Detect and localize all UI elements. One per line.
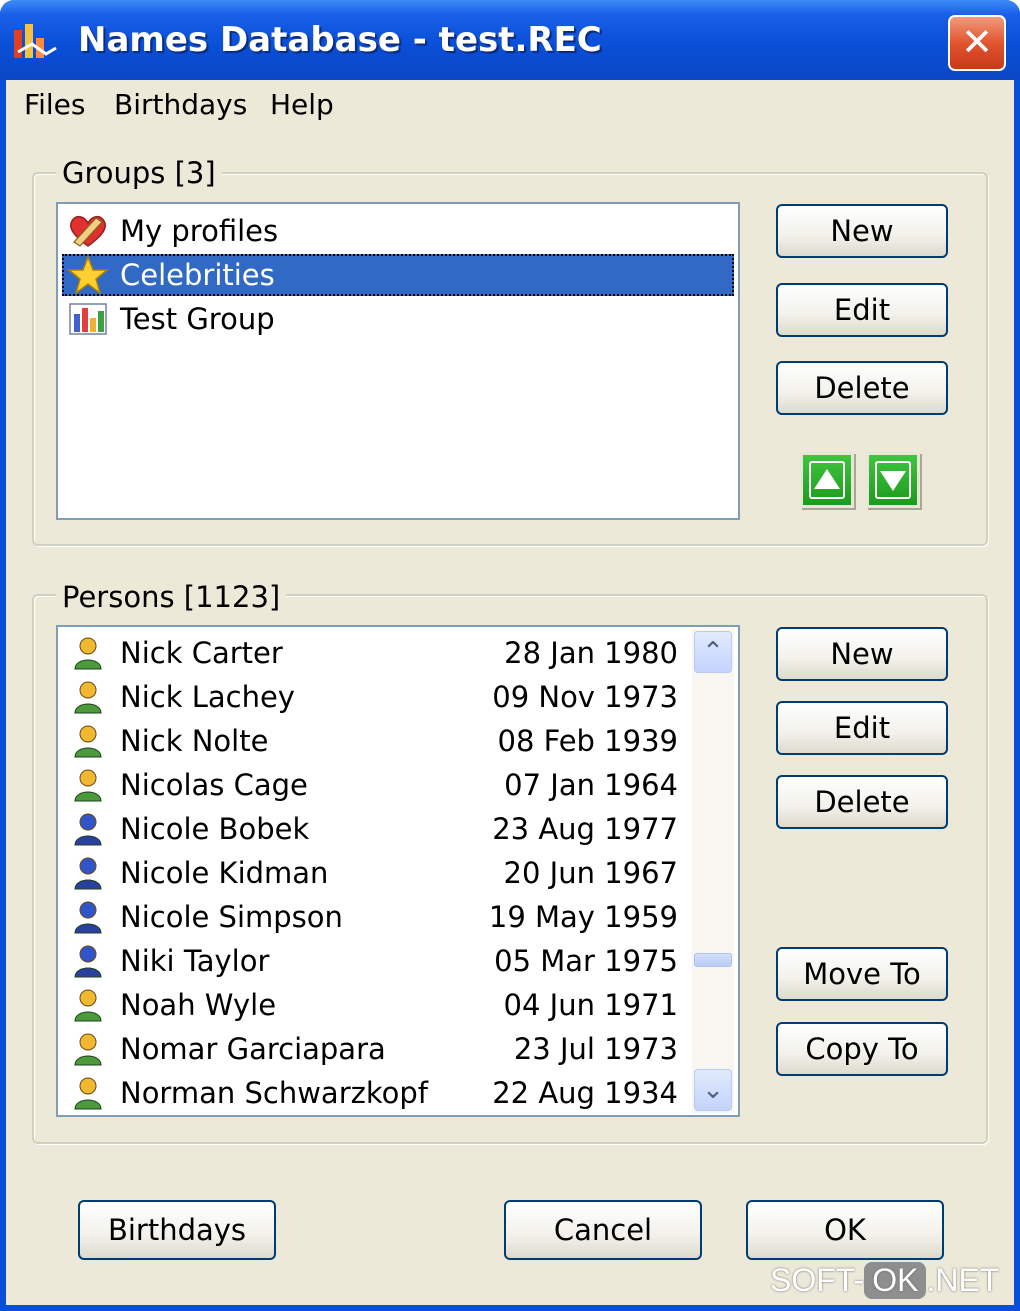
person-row[interactable]: Nicole Simpson 19 May 1959 bbox=[66, 895, 686, 939]
copy-to-button[interactable]: Copy To bbox=[776, 1022, 948, 1076]
person-row[interactable]: Niki Taylor 05 Mar 1975 bbox=[66, 939, 686, 983]
person-name: Nick Lachey bbox=[120, 680, 295, 714]
person-row[interactable]: Nicolas Cage 07 Jan 1964 bbox=[66, 763, 686, 807]
ok-button[interactable]: OK bbox=[746, 1200, 944, 1260]
person-name: Nomar Garciapara bbox=[120, 1032, 386, 1066]
watermark-suffix: .NET bbox=[926, 1262, 1000, 1298]
persons-new-button[interactable]: New bbox=[776, 627, 948, 681]
group-label: My profiles bbox=[120, 214, 279, 248]
person-name: Nicole Kidman bbox=[120, 856, 329, 890]
group-label: Test Group bbox=[120, 302, 275, 336]
person-name: Nicolas Cage bbox=[120, 768, 308, 802]
person-row[interactable]: Nick Carter 28 Jan 1980 bbox=[66, 631, 686, 675]
person-female-icon bbox=[74, 901, 102, 934]
person-birthdate: 19 May 1959 bbox=[488, 900, 678, 934]
person-name: Nicole Simpson bbox=[120, 900, 343, 934]
person-male-icon bbox=[74, 637, 102, 670]
person-male-icon bbox=[74, 1033, 102, 1066]
person-row[interactable]: Nicole Kidman 20 Jun 1967 bbox=[66, 851, 686, 895]
group-item-test-group[interactable]: Test Group bbox=[62, 298, 734, 340]
person-row[interactable]: Nomar Garciapara 23 Jul 1973 bbox=[66, 1027, 686, 1071]
groups-delete-button[interactable]: Delete bbox=[776, 361, 948, 415]
move-group-up-button[interactable] bbox=[800, 452, 854, 508]
scroll-thumb[interactable] bbox=[694, 953, 732, 967]
person-row[interactable]: Nick Lachey 09 Nov 1973 bbox=[66, 675, 686, 719]
menu-help[interactable]: Help bbox=[266, 88, 338, 121]
person-female-icon bbox=[74, 945, 102, 978]
person-row[interactable]: Noah Wyle 04 Jun 1971 bbox=[66, 983, 686, 1027]
persons-listbox[interactable]: Norman Schwarzkopf 22 Aug 1934 Nomar Garci… bbox=[56, 625, 740, 1117]
person-male-icon bbox=[74, 725, 102, 758]
persons-edit-button[interactable]: Edit bbox=[776, 701, 948, 755]
person-name: Nick Carter bbox=[120, 636, 283, 670]
star-icon bbox=[66, 256, 110, 294]
person-birthdate: 28 Jan 1980 bbox=[504, 636, 678, 670]
app-window: Names Database - test.REC ✕ Files Birthd… bbox=[0, 0, 1020, 1311]
person-male-icon bbox=[74, 769, 102, 802]
person-female-icon bbox=[74, 857, 102, 890]
person-birthdate: 05 Mar 1975 bbox=[494, 944, 678, 978]
person-name: Norman Schwarzkopf bbox=[120, 1076, 428, 1110]
group-label: Celebrities bbox=[120, 258, 275, 292]
heart-pencil-icon bbox=[70, 215, 106, 247]
groups-edit-button[interactable]: Edit bbox=[776, 283, 948, 337]
watermark: SOFT- OK .NET bbox=[770, 1262, 999, 1299]
watermark-ok: OK bbox=[864, 1262, 927, 1299]
app-logo-icon bbox=[14, 24, 57, 58]
menu-files[interactable]: Files bbox=[20, 88, 89, 121]
person-birthdate: 08 Feb 1939 bbox=[497, 724, 679, 758]
scroll-up-button[interactable]: ⌃ bbox=[694, 631, 732, 673]
person-name: Noah Wyle bbox=[120, 988, 277, 1022]
person-birthdate: 04 Jun 1971 bbox=[503, 988, 678, 1022]
person-birthdate: 07 Jan 1964 bbox=[504, 768, 678, 802]
groups-title: Groups [3] bbox=[56, 156, 222, 190]
person-row[interactable]: Norman Schwarzkopf 22 Aug 1934 bbox=[66, 1071, 686, 1115]
groups-new-button[interactable]: New bbox=[776, 204, 948, 258]
bar-chart-icon bbox=[69, 303, 107, 335]
window-title: Names Database - test.REC bbox=[78, 20, 602, 60]
person-row[interactable]: Nicole Bobek 23 Aug 1977 bbox=[66, 807, 686, 851]
person-birthdate: 20 Jun 1967 bbox=[503, 856, 678, 890]
person-birthdate: 23 Aug 1977 bbox=[492, 812, 678, 846]
person-name: Nicole Bobek bbox=[120, 812, 310, 846]
title-bar[interactable]: Names Database - test.REC ✕ bbox=[0, 0, 1020, 80]
cancel-button[interactable]: Cancel bbox=[504, 1200, 702, 1260]
persons-title: Persons [1123] bbox=[56, 580, 287, 614]
groups-listbox[interactable]: My profiles Celebrities Test Group bbox=[56, 202, 740, 520]
person-name: Nick Nolte bbox=[120, 724, 269, 758]
person-female-icon bbox=[74, 813, 102, 846]
person-male-icon bbox=[74, 681, 102, 714]
client-area: Files Birthdays Help Groups [3] My profi… bbox=[6, 80, 1014, 1305]
close-button[interactable]: ✕ bbox=[948, 15, 1006, 71]
group-item-celebrities[interactable]: Celebrities bbox=[62, 254, 734, 296]
person-birthdate: 09 Nov 1973 bbox=[492, 680, 678, 714]
person-male-icon bbox=[74, 989, 102, 1022]
person-birthdate: 23 Jul 1973 bbox=[513, 1032, 678, 1066]
move-to-button[interactable]: Move To bbox=[776, 947, 948, 1001]
birthdays-button[interactable]: Birthdays bbox=[78, 1200, 276, 1260]
person-birthdate: 22 Aug 1934 bbox=[492, 1076, 678, 1110]
watermark-prefix: SOFT- bbox=[770, 1262, 865, 1298]
scroll-down-button[interactable]: ⌄ bbox=[694, 1069, 732, 1111]
person-row[interactable]: Nick Nolte 08 Feb 1939 bbox=[66, 719, 686, 763]
persons-scrollbar[interactable]: ⌃ ⌄ bbox=[692, 629, 734, 1113]
menu-birthdays[interactable]: Birthdays bbox=[110, 88, 251, 121]
arrow-up-icon bbox=[814, 469, 840, 489]
person-name: Niki Taylor bbox=[120, 944, 270, 978]
group-item-my-profiles[interactable]: My profiles bbox=[62, 210, 734, 252]
persons-delete-button[interactable]: Delete bbox=[776, 775, 948, 829]
arrow-down-icon bbox=[880, 471, 906, 491]
person-male-icon bbox=[74, 1077, 102, 1110]
menu-bar: Files Birthdays Help bbox=[6, 80, 1014, 130]
move-group-down-button[interactable] bbox=[866, 452, 920, 508]
